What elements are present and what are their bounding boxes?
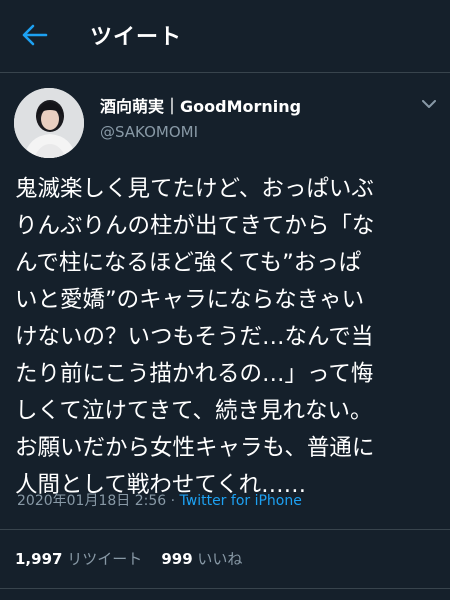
retweets-stat[interactable]: 1,997 リツイート xyxy=(15,550,142,568)
display-name[interactable]: 酒向萌実｜GoodMorning xyxy=(100,93,301,117)
meta-separator: · xyxy=(166,493,180,509)
tweet-source-link[interactable]: Twitter for iPhone xyxy=(180,493,302,509)
chevron-down-icon[interactable] xyxy=(418,94,440,114)
tweet-text: 鬼滅楽しく見てたけど、おっぱいぶ りんぶりんの柱が出てきてから「な んで柱になる… xyxy=(15,176,375,498)
likes-stat[interactable]: 999 いいね xyxy=(161,550,242,568)
page-title: ツイート xyxy=(90,25,183,50)
tweet-stats: 1,997 リツイート 999 いいね xyxy=(15,548,242,569)
tweet-timestamp[interactable]: 2020年01月18日 2:56 xyxy=(17,493,166,509)
retweets-label: リツイート xyxy=(67,550,143,568)
likes-label: いいね xyxy=(197,550,243,568)
divider xyxy=(0,529,450,530)
divider xyxy=(0,588,450,589)
user-handle[interactable]: @SAKOMOMI xyxy=(100,123,198,141)
retweets-count: 1,997 xyxy=(15,550,63,568)
top-bar: ツイート xyxy=(0,0,450,73)
tweet-meta: 2020年01月18日 2:56 · Twitter for iPhone xyxy=(17,490,302,510)
back-arrow-icon[interactable] xyxy=(20,20,50,50)
avatar[interactable] xyxy=(14,88,84,158)
likes-count: 999 xyxy=(161,550,193,568)
